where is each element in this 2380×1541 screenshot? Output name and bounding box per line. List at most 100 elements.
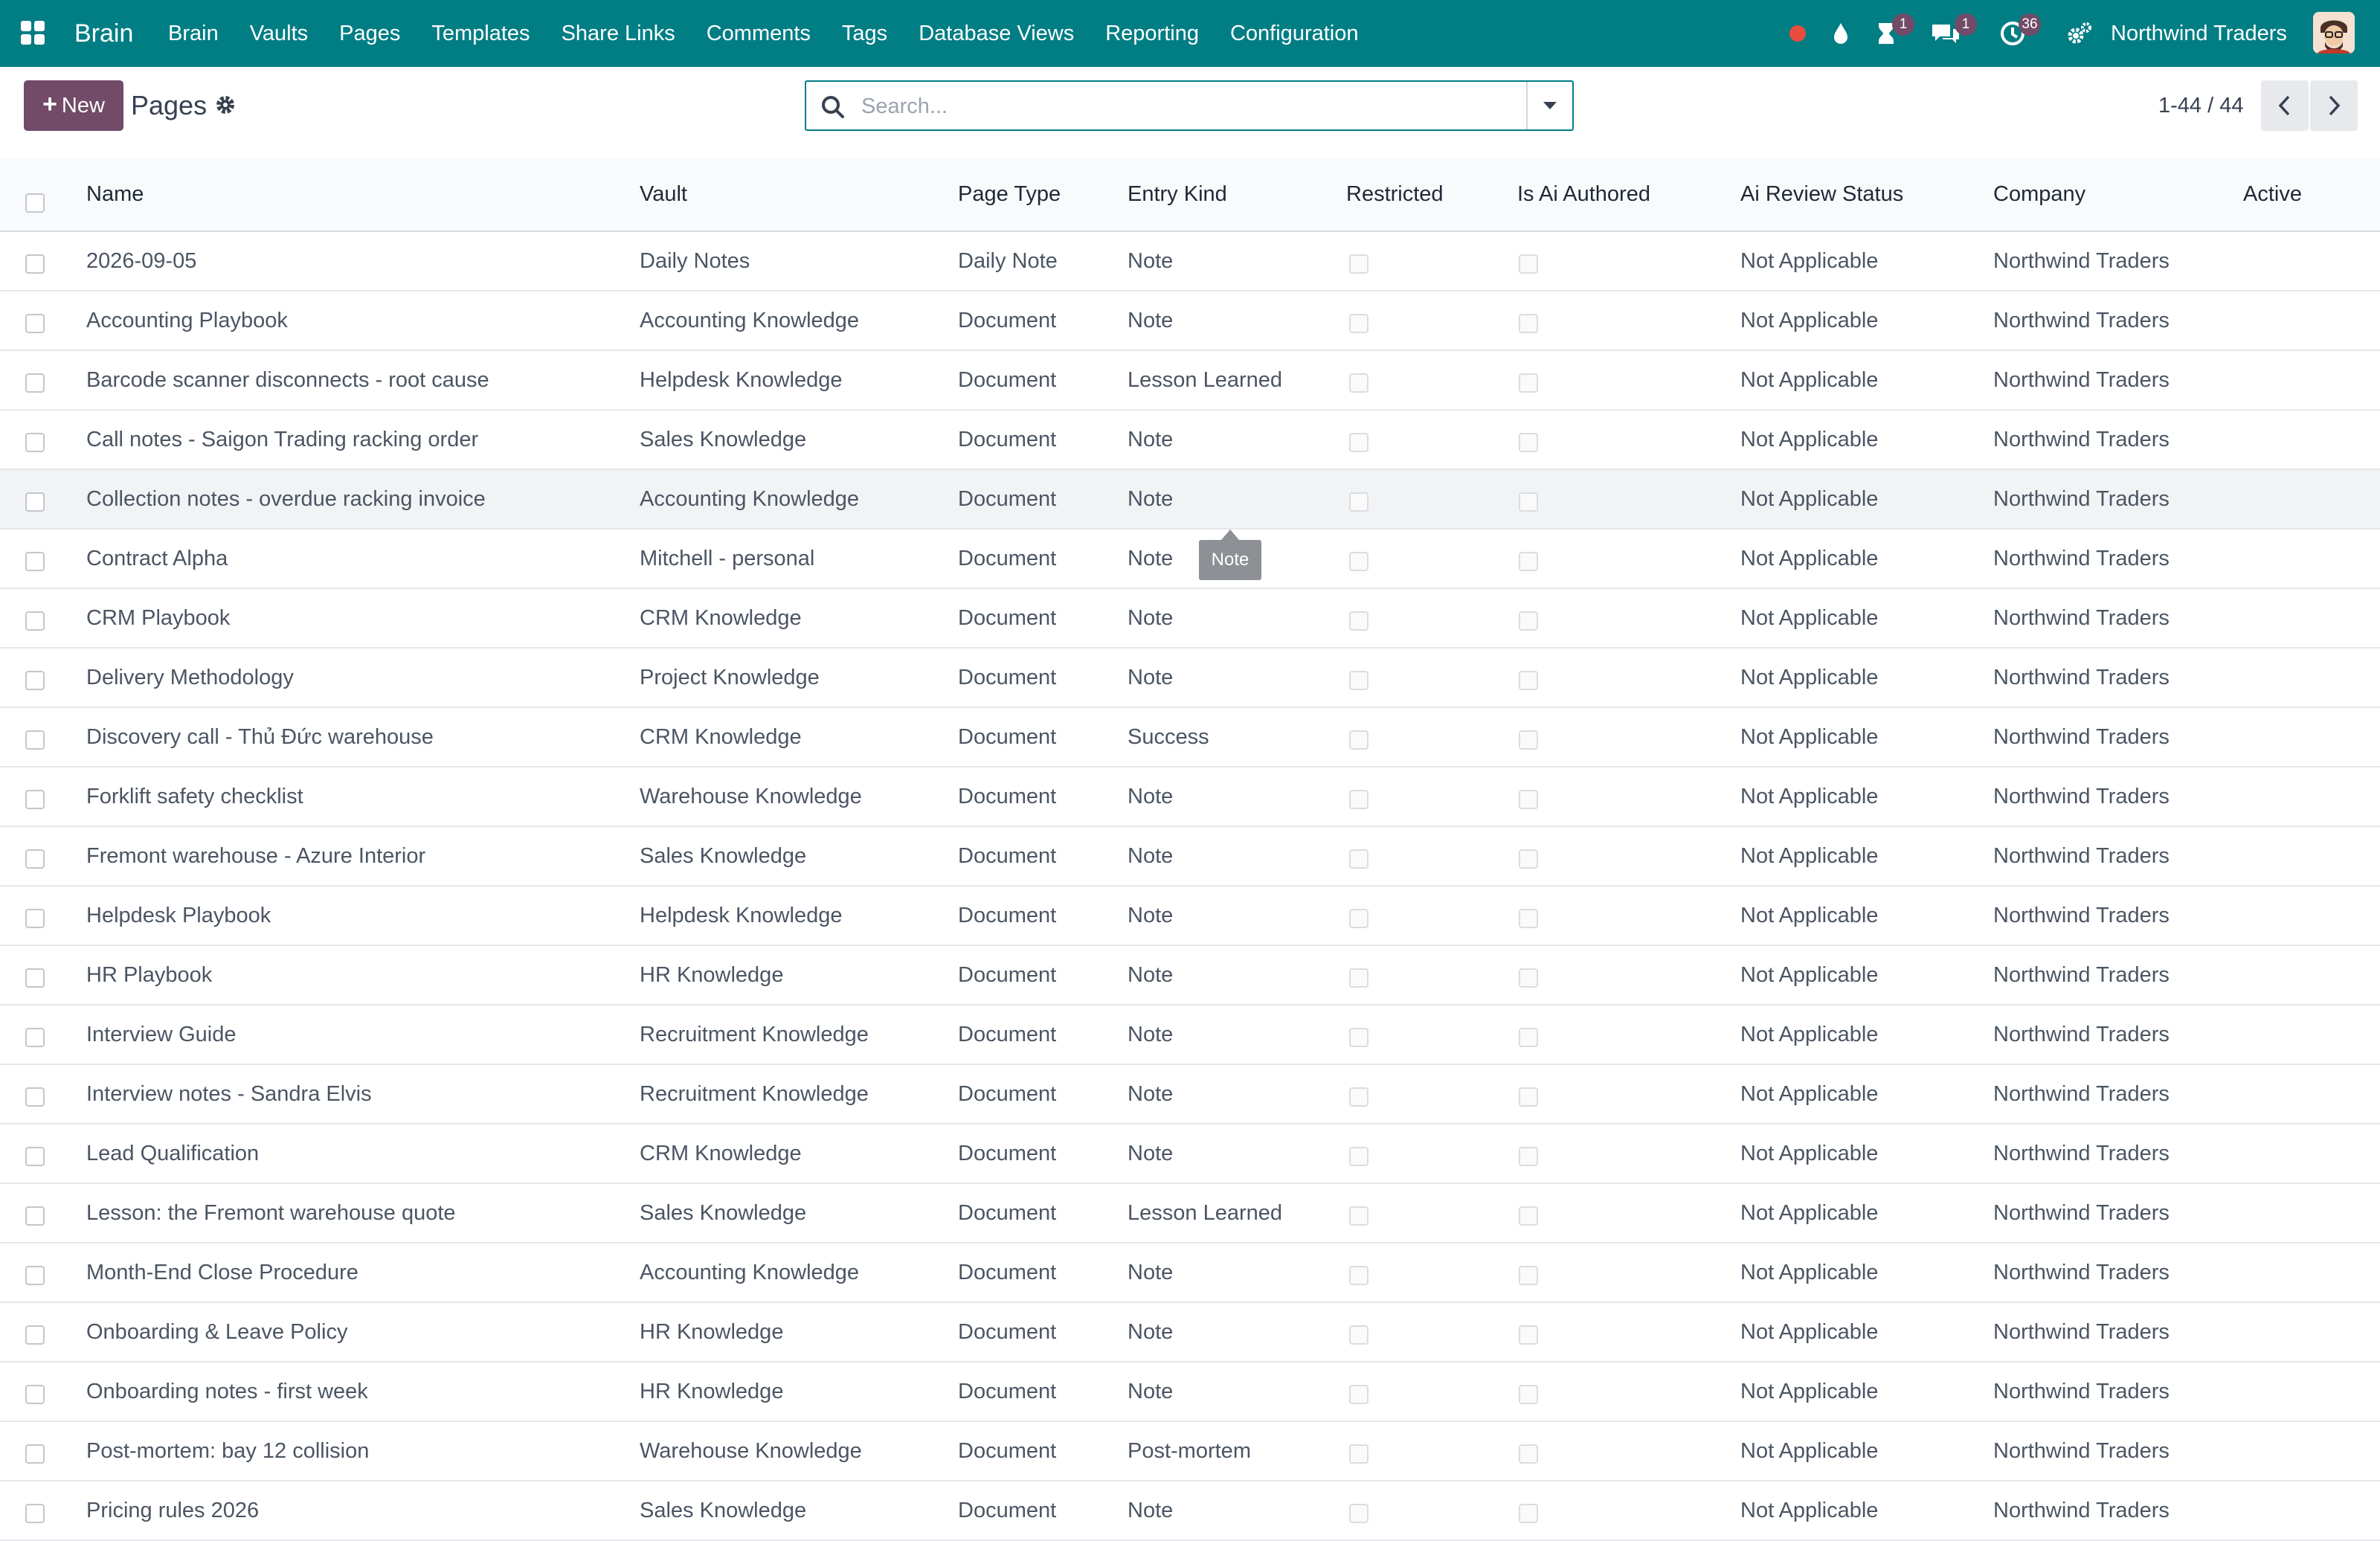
row-select-checkbox[interactable] — [25, 1504, 45, 1523]
cell-page-type: Document — [958, 904, 1057, 927]
table-row[interactable]: CRM Playbook CRM Knowledge Document Note Not… — [0, 589, 2380, 649]
ai-authored-checkbox — [1519, 1087, 1538, 1107]
table-row[interactable]: Barcode scanner disconnects - root cause… — [0, 351, 2380, 411]
table-row[interactable]: HR Playbook HR Knowledge Document Note Not A… — [0, 946, 2380, 1006]
ai-authored-checkbox — [1519, 968, 1538, 988]
column-header-entry-kind[interactable]: Entry Kind — [1128, 158, 1227, 231]
table-row[interactable]: Post-mortem: bay 12 collision Warehouse K… — [0, 1422, 2380, 1482]
row-select-checkbox[interactable] — [25, 968, 45, 988]
row-select-checkbox[interactable] — [25, 552, 45, 571]
row-select-checkbox[interactable] — [25, 1385, 45, 1404]
clock-icon[interactable]: 36 — [1996, 0, 2041, 67]
table-row[interactable]: Onboarding & Leave Policy HR Knowledge Doc… — [0, 1303, 2380, 1363]
table-row[interactable]: Collection notes - overdue racking invoi… — [0, 470, 2380, 530]
cell-company: Northwind Traders — [1993, 1082, 2170, 1106]
table-row[interactable]: Helpdesk Playbook Helpdesk Knowledge Docum… — [0, 887, 2380, 946]
ai-authored-checkbox — [1519, 254, 1538, 274]
row-select-checkbox[interactable] — [25, 849, 45, 869]
row-select-checkbox[interactable] — [25, 1206, 45, 1226]
column-header-active[interactable]: Active — [2243, 158, 2302, 231]
table-row[interactable]: Accounting Playbook Accounting Knowledge D… — [0, 292, 2380, 351]
cell-vault: CRM Knowledge — [640, 606, 802, 630]
menu-item-pages[interactable]: Pages — [324, 0, 416, 67]
table-row[interactable]: Contract Alpha Mitchell - personal Documen… — [0, 530, 2380, 589]
settings-gears-icon[interactable] — [2065, 0, 2094, 67]
menu-item-database-views[interactable]: Database Views — [903, 0, 1090, 67]
table-row[interactable]: 2026-09-05 Daily Notes Daily Note Note Not A… — [0, 232, 2380, 292]
row-select-checkbox[interactable] — [25, 671, 45, 690]
cell-name: Month-End Close Procedure — [86, 1261, 358, 1284]
pager-value[interactable]: 1-44 / 44 — [2158, 80, 2243, 131]
table-row[interactable]: Interview notes - Sandra Elvis Recruitmen… — [0, 1065, 2380, 1125]
app-name[interactable]: Brain — [74, 0, 133, 67]
column-header-page-type[interactable]: Page Type — [958, 158, 1061, 231]
menu-item-share-links[interactable]: Share Links — [546, 0, 691, 67]
cell-company: Northwind Traders — [1993, 1439, 2170, 1463]
restricted-checkbox — [1349, 1028, 1368, 1047]
cell-company: Northwind Traders — [1993, 666, 2170, 689]
pager-previous-button[interactable] — [2261, 80, 2309, 131]
table-row[interactable]: Delivery Methodology Project Knowledge Doc… — [0, 649, 2380, 708]
cell-name: Forklift safety checklist — [86, 785, 303, 808]
menu-item-vaults[interactable]: Vaults — [234, 0, 324, 67]
table-row[interactable]: Lead Qualification CRM Knowledge Document N… — [0, 1125, 2380, 1184]
row-select-checkbox[interactable] — [25, 790, 45, 809]
search-input[interactable] — [860, 89, 1502, 123]
column-header-ai-review-status[interactable]: Ai Review Status — [1740, 158, 1903, 231]
record-status-icon[interactable] — [1784, 0, 1812, 67]
table-row[interactable]: Month-End Close Procedure Accounting Know… — [0, 1244, 2380, 1303]
menu-item-reporting[interactable]: Reporting — [1090, 0, 1215, 67]
menu-item-templates[interactable]: Templates — [416, 0, 545, 67]
menu-item-brain[interactable]: Brain — [168, 0, 234, 67]
row-select-checkbox[interactable] — [25, 1325, 45, 1345]
row-select-checkbox[interactable] — [25, 730, 45, 750]
row-select-checkbox[interactable] — [25, 254, 45, 274]
drop-icon[interactable] — [1827, 0, 1855, 67]
row-select-checkbox[interactable] — [25, 1028, 45, 1047]
cell-vault: Accounting Knowledge — [640, 487, 860, 511]
row-select-checkbox[interactable] — [25, 1087, 45, 1107]
apps-grid-icon[interactable] — [21, 21, 46, 46]
select-all-checkbox[interactable] — [25, 193, 45, 213]
table-row[interactable]: Call notes - Saigon Trading racking orde… — [0, 411, 2380, 470]
chevron-right-icon — [2329, 95, 2341, 116]
restricted-checkbox — [1349, 1087, 1368, 1107]
table-row[interactable]: Fremont warehouse - Azure Interior Sales … — [0, 827, 2380, 887]
column-header-ai-authored[interactable]: Is Ai Authored — [1517, 158, 1650, 231]
search-options-toggle[interactable] — [1526, 82, 1572, 129]
messages-icon[interactable]: 1 — [1929, 0, 1977, 67]
table-row[interactable]: Onboarding notes - first week HR Knowledg… — [0, 1363, 2380, 1422]
table-row[interactable]: Pricing rules 2026 Sales Knowledge Documen… — [0, 1482, 2380, 1541]
row-select-checkbox[interactable] — [25, 1147, 45, 1166]
row-select-checkbox[interactable] — [25, 909, 45, 928]
restricted-checkbox — [1349, 790, 1368, 809]
new-button[interactable]: + New — [24, 80, 123, 131]
row-select-checkbox[interactable] — [25, 314, 45, 333]
cell-vault: Warehouse Knowledge — [640, 1439, 862, 1463]
activity-hourglass-icon[interactable]: 1 — [1870, 0, 1914, 67]
menu-item-configuration[interactable]: Configuration — [1215, 0, 1374, 67]
row-select-checkbox[interactable] — [25, 1444, 45, 1464]
gear-icon[interactable] — [214, 94, 237, 116]
table-row[interactable]: Interview Guide Recruitment Knowledge Docu… — [0, 1006, 2380, 1065]
column-header-vault[interactable]: Vault — [640, 158, 687, 231]
menu-item-comments[interactable]: Comments — [691, 0, 826, 67]
cell-vault: HR Knowledge — [640, 1380, 784, 1403]
restricted-checkbox — [1349, 314, 1368, 333]
column-header-name[interactable]: Name — [86, 158, 144, 231]
row-select-checkbox[interactable] — [25, 611, 45, 631]
menu-item-tags[interactable]: Tags — [826, 0, 903, 67]
pager-next-button[interactable] — [2310, 80, 2358, 131]
table-row[interactable]: Discovery call - Thủ Đức warehouse CRM Kn… — [0, 708, 2380, 768]
row-select-checkbox[interactable] — [25, 373, 45, 393]
column-header-company[interactable]: Company — [1993, 158, 2085, 231]
table-row[interactable]: Lesson: the Fremont warehouse quote Sales… — [0, 1184, 2380, 1244]
row-select-checkbox[interactable] — [25, 1266, 45, 1285]
row-select-checkbox[interactable] — [25, 492, 45, 512]
table-row[interactable]: Forklift safety checklist Warehouse Knowl… — [0, 768, 2380, 827]
cell-name: Delivery Methodology — [86, 666, 294, 689]
company-switcher[interactable]: Northwind Traders — [2111, 0, 2287, 67]
user-avatar[interactable] — [2313, 12, 2355, 54]
row-select-checkbox[interactable] — [25, 433, 45, 452]
column-header-restricted[interactable]: Restricted — [1346, 158, 1444, 231]
